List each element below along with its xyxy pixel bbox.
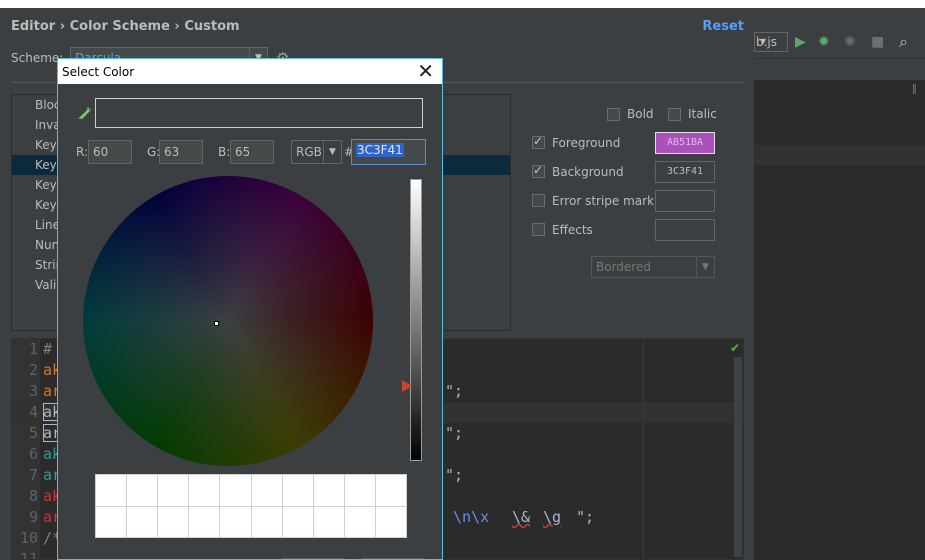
- background-label: Background: [552, 165, 624, 179]
- line-number: 2: [28, 361, 38, 379]
- recent-color-swatch[interactable]: [251, 506, 282, 537]
- color-wheel[interactable]: [83, 176, 373, 466]
- recent-color-swatch[interactable]: [158, 506, 189, 537]
- effects-type-value: Bordered: [596, 260, 651, 274]
- code-fragment: \g: [543, 508, 562, 526]
- recent-color-swatch[interactable]: [282, 475, 313, 506]
- recent-color-swatch[interactable]: [189, 506, 220, 537]
- recent-color-swatch[interactable]: [158, 475, 189, 506]
- line-number: 8: [28, 487, 38, 505]
- debug-icon[interactable]: ✹: [818, 34, 830, 50]
- recent-color-swatch[interactable]: [127, 475, 158, 506]
- inspection-ok-icon: ✔: [730, 341, 741, 355]
- background-color-swatch[interactable]: 3C3F41: [655, 161, 715, 183]
- recent-color-swatch[interactable]: [344, 506, 375, 537]
- effects-color-swatch[interactable]: [655, 219, 715, 241]
- hue-saturation-wheel[interactable]: [83, 176, 373, 466]
- foreground-label: Foreground: [552, 136, 621, 150]
- bold-label: Bold: [627, 107, 654, 121]
- navigation-bar: [754, 58, 925, 80]
- close-icon[interactable]: ✕: [417, 60, 434, 82]
- recent-color-swatch[interactable]: [96, 506, 127, 537]
- recent-color-swatch[interactable]: [189, 475, 220, 506]
- code-fragment: \n\x: [453, 508, 490, 526]
- italic-checkbox[interactable]: [668, 108, 681, 121]
- code-fragment: ";: [445, 424, 464, 442]
- error-stripe-label: Error stripe mark: [552, 194, 655, 208]
- color-mode-value: RGB: [296, 145, 322, 159]
- bold-checkbox[interactable]: [607, 108, 620, 121]
- effects-type-dropdown[interactable]: Bordered ▼: [591, 256, 715, 278]
- line-number: 11: [19, 550, 38, 560]
- blue-input[interactable]: 65: [230, 140, 274, 164]
- line-number: 9: [28, 508, 38, 526]
- recent-colors-grid: [95, 474, 407, 538]
- eyedropper-icon[interactable]: [78, 104, 94, 120]
- recent-color-swatch[interactable]: [375, 475, 406, 506]
- hex-value: 3C3F41: [356, 143, 404, 157]
- run-config-dropdown[interactable]: b.js ▼: [754, 32, 788, 52]
- ide-window-background: b.js ▼ ▶ ✹ ✺ ■ ⌕ ∥: [754, 0, 925, 560]
- recent-color-swatch[interactable]: [220, 506, 251, 537]
- background-checkbox[interactable]: [532, 163, 545, 178]
- code-fragment: ";: [445, 382, 464, 400]
- code-fragment: ";: [567, 508, 595, 526]
- foreground-color-swatch[interactable]: AB51BA: [655, 132, 715, 154]
- recent-color-swatch[interactable]: [313, 506, 344, 537]
- recent-color-swatch[interactable]: [344, 475, 375, 506]
- recent-color-swatch[interactable]: [313, 475, 344, 506]
- brightness-slider[interactable]: [410, 179, 422, 461]
- italic-label: Italic: [688, 107, 717, 121]
- chevron-down-icon: ▼: [323, 141, 341, 163]
- title-strip: [754, 0, 925, 8]
- vertical-scrollbar[interactable]: [734, 357, 742, 557]
- line-number: 6: [28, 445, 38, 463]
- code-fragment: \&: [512, 508, 531, 526]
- recent-color-swatch[interactable]: [282, 506, 313, 537]
- r-label: R:: [76, 145, 89, 159]
- line-number: 3: [28, 382, 38, 400]
- right-margin-guide: [643, 339, 644, 559]
- color-wheel-cursor[interactable]: [214, 321, 219, 326]
- recent-color-swatch[interactable]: [96, 475, 127, 506]
- search-icon[interactable]: ⌕: [899, 32, 908, 52]
- reset-link[interactable]: Reset: [702, 19, 744, 34]
- current-line-highlight: [754, 145, 925, 165]
- code-fragment: ";: [445, 466, 464, 484]
- green-input[interactable]: 63: [159, 140, 203, 164]
- select-color-dialog: Select Color ✕ R: 60 G: 63 B: 65 RGB ▼ #…: [57, 58, 443, 560]
- line-number: 10: [19, 529, 38, 547]
- dialog-title-bar: Select Color ✕: [58, 59, 442, 84]
- chevron-down-icon: ▼: [759, 37, 767, 46]
- stop-icon[interactable]: ■: [871, 34, 884, 50]
- effects-checkbox[interactable]: [532, 223, 545, 236]
- color-preview: [95, 98, 423, 128]
- recent-color-swatch[interactable]: [220, 475, 251, 506]
- line-number: 7: [28, 466, 38, 484]
- foreground-checkbox[interactable]: [532, 134, 545, 149]
- effects-label: Effects: [552, 223, 593, 237]
- color-mode-dropdown[interactable]: RGB ▼: [291, 140, 342, 164]
- scheme-label: Scheme:: [11, 51, 64, 65]
- recent-color-swatch[interactable]: [375, 506, 406, 537]
- breadcrumb: Editor › Color Scheme › Custom: [11, 19, 240, 34]
- hex-input[interactable]: 3C3F41: [351, 139, 426, 165]
- pause-icon[interactable]: ∥: [912, 84, 917, 95]
- line-number: 4: [28, 403, 38, 421]
- chevron-down-icon: ▼: [696, 257, 714, 277]
- line-number: 1: [28, 340, 38, 358]
- recent-color-swatch[interactable]: [127, 506, 158, 537]
- coverage-icon[interactable]: ✺: [844, 34, 856, 50]
- red-input[interactable]: 60: [88, 140, 132, 164]
- line-number: 5: [28, 424, 38, 442]
- recent-color-swatch[interactable]: [251, 475, 282, 506]
- main-toolbar: b.js ▼ ▶ ✹ ✺ ■ ⌕: [754, 8, 925, 58]
- dialog-title: Select Color: [62, 65, 135, 79]
- error-stripe-color-swatch[interactable]: [655, 190, 715, 212]
- run-icon[interactable]: ▶: [795, 34, 806, 50]
- b-label: B:: [218, 145, 231, 159]
- brightness-slider-thumb[interactable]: [402, 380, 412, 392]
- error-stripe-checkbox[interactable]: [532, 194, 545, 207]
